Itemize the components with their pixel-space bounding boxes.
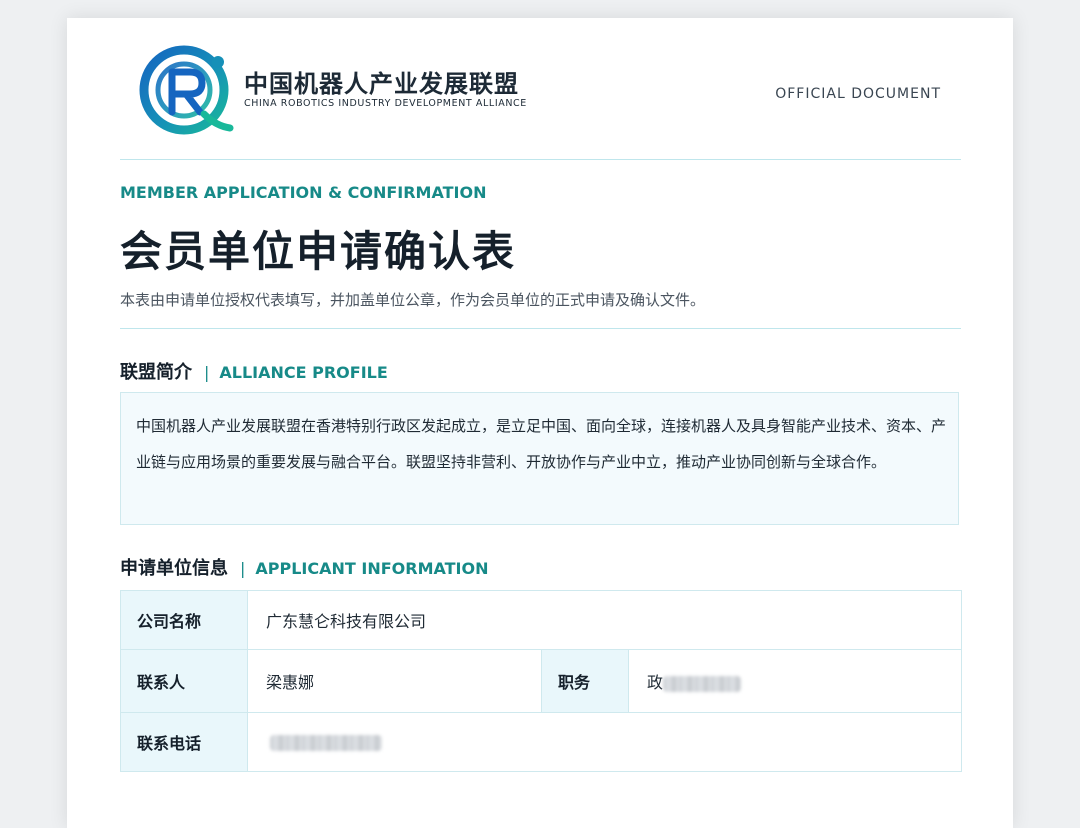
heading-separator: | xyxy=(204,363,210,382)
official-document-label: OFFICIAL DOCUMENT xyxy=(775,86,941,102)
org-name-en: CHINA ROBOTICS INDUSTRY DEVELOPMENT ALLI… xyxy=(244,98,527,109)
redacted-blur xyxy=(270,735,382,751)
position-label: 职务 xyxy=(541,649,629,713)
contact-person-value[interactable]: 梁惠娜 xyxy=(247,649,542,713)
company-name-label: 公司名称 xyxy=(120,590,248,650)
org-name-cn: 中国机器人产业发展联盟 xyxy=(244,70,519,98)
phone-value[interactable] xyxy=(246,712,963,772)
applicant-info-heading-cn: 申请单位信息 xyxy=(120,558,228,579)
applicant-info-table: 公司名称 广东慧仑科技有限公司 联系人 梁惠娜 职务 政 联系电话 xyxy=(120,590,963,772)
alliance-profile-heading-en: ALLIANCE PROFILE xyxy=(219,363,388,382)
redacted-blur xyxy=(663,675,742,692)
applicant-info-heading-en: APPLICANT INFORMATION xyxy=(255,559,489,578)
contact-person-label: 联系人 xyxy=(120,649,248,713)
applicant-info-heading: 申请单位信息 | APPLICANT INFORMATION xyxy=(120,554,489,580)
alliance-profile-box: 中国机器人产业发展联盟在香港特别行政区发起成立，是立足中国、面向全球，连接机器人… xyxy=(120,392,959,525)
alliance-profile-heading: 联盟简介 | ALLIANCE PROFILE xyxy=(120,358,388,384)
table-row: 联系人 梁惠娜 职务 政 xyxy=(120,649,963,713)
title-divider xyxy=(120,328,961,329)
table-row: 公司名称 广东慧仑科技有限公司 xyxy=(120,590,963,650)
alliance-logo-icon xyxy=(139,45,234,135)
document-header: 中国机器人产业发展联盟 CHINA ROBOTICS INDUSTRY DEVE… xyxy=(120,18,961,159)
heading-separator: | xyxy=(240,559,246,578)
alliance-profile-heading-cn: 联盟简介 xyxy=(120,362,192,383)
form-subtitle: 本表由申请单位授权代表填写，并加盖单位公章，作为会员单位的正式申请及确认文件。 xyxy=(120,291,706,309)
header-divider xyxy=(120,159,961,160)
form-eyebrow: MEMBER APPLICATION & CONFIRMATION xyxy=(120,183,487,202)
phone-label: 联系电话 xyxy=(120,712,248,772)
company-name-value[interactable]: 广东慧仑科技有限公司 xyxy=(246,590,963,650)
document-page: 中国机器人产业发展联盟 CHINA ROBOTICS INDUSTRY DEVE… xyxy=(67,18,1013,828)
position-value-visible: 政 xyxy=(647,673,664,692)
position-value[interactable]: 政 xyxy=(627,649,963,713)
alliance-profile-text: 中国机器人产业发展联盟在香港特别行政区发起成立，是立足中国、面向全球，连接机器人… xyxy=(136,417,947,471)
table-row: 联系电话 xyxy=(120,712,963,772)
form-title: 会员单位申请确认表 xyxy=(120,227,517,276)
